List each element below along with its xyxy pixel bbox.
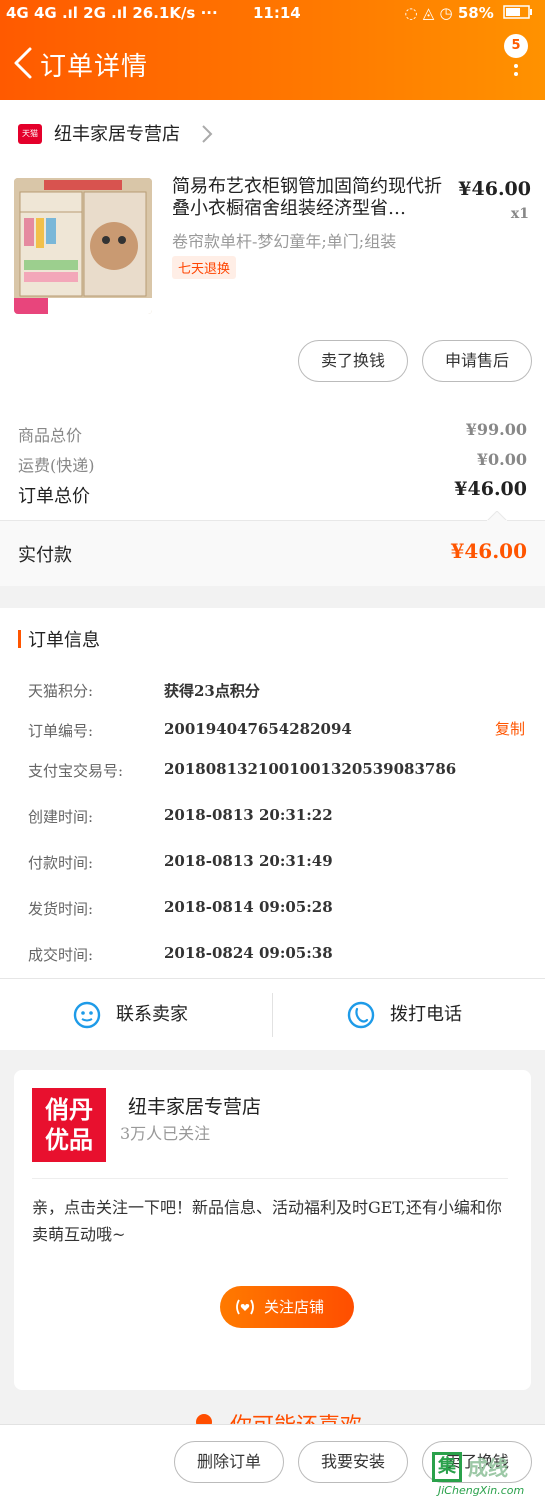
chat-bubble-icon xyxy=(73,1001,101,1029)
info-value: 2018-0824 09:05:38 xyxy=(164,944,333,962)
info-key: 付款时间: xyxy=(28,854,94,872)
shop-name[interactable]: 纽丰家居专营店 xyxy=(128,1092,261,1119)
after-sale-button[interactable]: 申请售后 xyxy=(422,340,532,382)
return-policy-tag: 七天退换 xyxy=(172,256,237,279)
back-button[interactable] xyxy=(10,46,38,80)
info-value: 2018-0814 09:05:28 xyxy=(164,898,333,916)
call-phone-button[interactable]: 拨打电话 xyxy=(346,997,496,1033)
message-count-badge: 5 xyxy=(504,34,528,58)
paid-amount-row: 实付款 ¥46.00 xyxy=(0,511,545,586)
header-bar: 4G 4G .ıl 2G .ıl 26.1K/s ··· 11:14 ◌ ◬ ◷… xyxy=(0,0,545,100)
product-sku: 卷帘款单杆-梦幻童年;单门;组装 xyxy=(172,232,397,251)
watermark-logo: 集 成线 JiChengXin.com xyxy=(428,1448,540,1498)
install-service-button[interactable]: 我要安装 xyxy=(298,1441,408,1483)
goods-total-label: 商品总价 xyxy=(18,426,83,445)
info-key: 发货时间: xyxy=(28,900,94,918)
product-quantity: x1 xyxy=(510,206,529,222)
product-price: ¥46.00 xyxy=(458,178,531,200)
info-key: 成交时间: xyxy=(28,946,94,964)
order-total-value: ¥46.00 xyxy=(454,478,527,500)
product-thumbnail[interactable] xyxy=(14,178,152,314)
info-key: 订单编号: xyxy=(28,722,94,740)
divider xyxy=(272,993,273,1037)
delete-order-button[interactable]: 删除订单 xyxy=(174,1441,284,1483)
shop-promo-text: 亲，点击关注一下吧！新品信息、活动福利及时GET,还有小编和你卖萌互动哦~ xyxy=(32,1198,502,1244)
order-number: 200194047654282094 xyxy=(164,720,352,738)
contact-seller-button[interactable]: 联系卖家 xyxy=(72,997,222,1033)
shop-logo[interactable]: 俏丹 优品 xyxy=(32,1088,106,1162)
more-vertical-icon xyxy=(514,64,518,68)
store-name-link[interactable]: 纽丰家居专营店 xyxy=(54,120,180,146)
broadcast-heart-icon xyxy=(236,1299,254,1315)
order-total-label: 订单总价 xyxy=(18,486,90,507)
product-title[interactable]: 简易布艺衣柜钢管加固简约现代折叠小衣橱宿舍组装经济型省… xyxy=(172,176,452,220)
chevron-right-icon[interactable] xyxy=(200,124,214,144)
section-accent-bar xyxy=(18,630,21,648)
more-menu-button[interactable]: 5 xyxy=(500,34,530,80)
battery-level: ◌ ◬ ◷ 58% xyxy=(404,4,533,22)
info-key: 天猫积分: xyxy=(28,682,94,700)
info-key: 支付宝交易号: xyxy=(28,762,124,780)
follow-shop-label: 关注店铺 xyxy=(264,1298,325,1316)
divider xyxy=(32,1178,508,1179)
call-phone-label: 拨打电话 xyxy=(390,1004,462,1025)
info-key: 创建时间: xyxy=(28,808,94,826)
tmall-badge-icon: 天猫 xyxy=(18,124,42,144)
contact-bar: 联系卖家 拨打电话 xyxy=(0,978,545,1050)
info-value: 2018-0813 20:31:49 xyxy=(164,852,333,870)
follow-shop-button[interactable]: 关注店铺 xyxy=(220,1286,354,1328)
network-status: 4G 4G .ıl 2G .ıl 26.1K/s ··· xyxy=(6,4,218,22)
shop-followers: 3万人已关注 xyxy=(120,1124,211,1143)
order-info-heading: 订单信息 xyxy=(28,630,100,651)
paid-label: 实付款 xyxy=(18,545,72,566)
goods-total-value: ¥99.00 xyxy=(465,420,527,439)
resell-button[interactable]: 卖了换钱 xyxy=(298,340,408,382)
contact-seller-label: 联系卖家 xyxy=(116,1004,188,1025)
clock: 11:14 xyxy=(253,4,301,22)
info-value: 获得23点积分 xyxy=(164,682,260,700)
order-info-section: 订单信息 天猫积分: 获得23点积分 订单编号: 200194047654282… xyxy=(0,608,545,978)
order-goods-section: 天猫 纽丰家居专营店 简易布艺衣柜钢管加固简约现代折叠小衣橱宿舍组装经济型省… … xyxy=(0,100,545,520)
recommend-icon xyxy=(196,1414,212,1424)
caret-up-icon xyxy=(487,511,507,521)
shop-card: 俏丹 优品 纽丰家居专营店 3万人已关注 亲，点击关注一下吧！新品信息、活动福利… xyxy=(14,1070,531,1390)
status-icons: ◌ ◬ ◷ xyxy=(404,4,458,22)
wardrobe-image xyxy=(14,178,152,314)
copy-order-number-button[interactable]: 复制 xyxy=(495,718,525,739)
recommend-header: 你可能还喜欢 xyxy=(0,1402,545,1424)
paid-value: ¥46.00 xyxy=(450,539,527,563)
battery-icon xyxy=(503,5,532,19)
shipping-label: 运费(快递) xyxy=(18,456,95,475)
phone-icon xyxy=(347,1001,375,1029)
recommend-title: 你可能还喜欢 xyxy=(230,1408,362,1424)
alipay-trade-number: 2018081321001001320539083786 xyxy=(164,760,457,778)
chevron-left-icon xyxy=(14,47,32,79)
info-value: 2018-0813 20:31:22 xyxy=(164,806,333,824)
page-title: 订单详情 xyxy=(40,52,149,82)
shipping-value: ¥0.00 xyxy=(476,450,527,469)
status-bar: 4G 4G .ıl 2G .ıl 26.1K/s ··· 11:14 ◌ ◬ ◷… xyxy=(0,0,545,28)
